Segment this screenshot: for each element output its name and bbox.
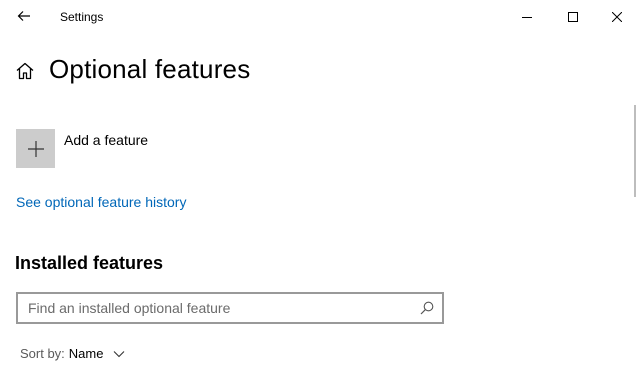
search-input[interactable] xyxy=(18,294,414,322)
installed-features-heading: Installed features xyxy=(15,253,164,273)
close-button[interactable] xyxy=(594,0,640,33)
window-title: Settings xyxy=(60,10,104,24)
title-bar: Settings xyxy=(0,0,640,33)
chevron-down-icon[interactable] xyxy=(113,350,125,358)
minimize-icon xyxy=(522,16,532,18)
optional-feature-history-link[interactable]: See optional feature history xyxy=(16,194,186,210)
sort-label: Sort by: xyxy=(20,346,65,361)
maximize-button[interactable] xyxy=(550,0,596,33)
add-feature-button[interactable] xyxy=(16,129,55,168)
search-box[interactable] xyxy=(16,292,444,324)
back-arrow-icon xyxy=(17,11,30,21)
maximize-icon xyxy=(568,11,578,22)
sort-value[interactable]: Name xyxy=(69,346,104,361)
sort-dropdown[interactable]: Sort by: Name xyxy=(20,346,125,361)
page-title: Optional features xyxy=(49,54,251,84)
add-feature-label[interactable]: Add a feature xyxy=(64,132,148,148)
minimize-button[interactable] xyxy=(504,0,550,33)
home-icon[interactable] xyxy=(15,61,35,81)
scrollbar-thumb[interactable] xyxy=(634,105,636,197)
search-icon[interactable] xyxy=(420,301,434,315)
plus-icon xyxy=(27,140,44,157)
back-button[interactable] xyxy=(8,2,40,30)
close-icon xyxy=(612,11,622,22)
